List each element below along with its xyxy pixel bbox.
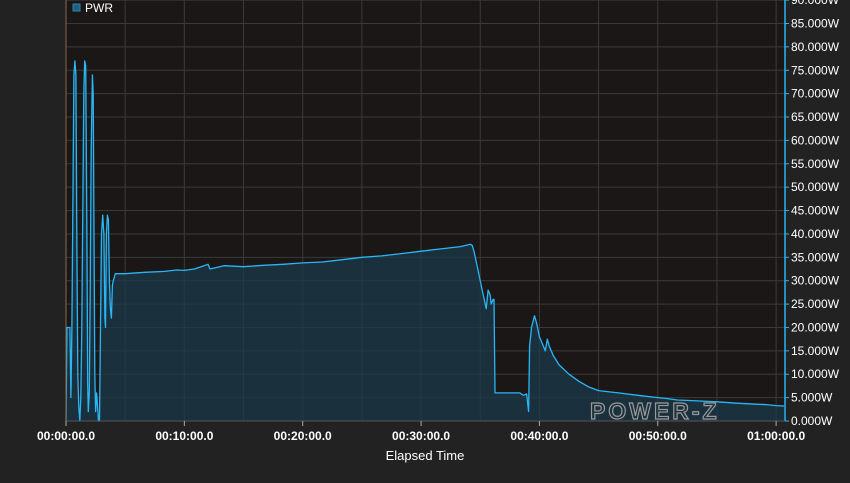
x-axis-title: Elapsed Time (386, 448, 465, 463)
y-tick-label: 45.000W (791, 204, 840, 218)
y-tick-label: 90.000W (791, 0, 840, 7)
x-tick-label: 00:40:00.0 (510, 429, 568, 443)
y-tick-label: 20.000W (791, 320, 840, 334)
y-tick-label: 80.000W (791, 40, 840, 54)
y-tick-label: 25.000W (791, 297, 840, 311)
x-tick-label: 00:00:00.0 (37, 429, 95, 443)
x-tick-label: 00:30:00.0 (392, 429, 450, 443)
x-tick-label: 00:50:00.0 (629, 429, 687, 443)
y-tick-label: 40.000W (791, 227, 840, 241)
y-tick-label: 65.000W (791, 110, 840, 124)
x-tick-label: 01:00:00.0 (747, 429, 805, 443)
y-tick-label: 10.000W (791, 367, 840, 381)
y-tick-label: 15.000W (791, 344, 840, 358)
y-tick-label: 85.000W (791, 17, 840, 31)
y-tick-label: 5.000W (791, 391, 833, 405)
watermark: POWER-Z (590, 398, 720, 424)
legend-item-pwr: PWR (85, 1, 113, 15)
power-chart: 00:00:00.0 00:10:00.0 00:20:00.0 00:30:00.0… (0, 0, 850, 478)
y-tick-label: 35.000W (791, 250, 840, 264)
chart-canvas: 00:00:00.0 00:10:00.0 00:20:00.0 00:30:00.0… (0, 0, 850, 478)
y-tick-label: 50.000W (791, 180, 840, 194)
y-tick-label: 55.000W (791, 157, 840, 171)
y-tick-label: 70.000W (791, 87, 840, 101)
legend-swatch-icon (72, 3, 81, 12)
x-tick-label: 00:20:00.0 (274, 429, 332, 443)
x-tick-label: 00:10:00.0 (155, 429, 213, 443)
y-tick-label: 0.000W (791, 414, 833, 428)
y-tick-label: 75.000W (791, 63, 840, 77)
y-tick-label: 30.000W (791, 274, 840, 288)
y-tick-label: 60.000W (791, 133, 840, 147)
